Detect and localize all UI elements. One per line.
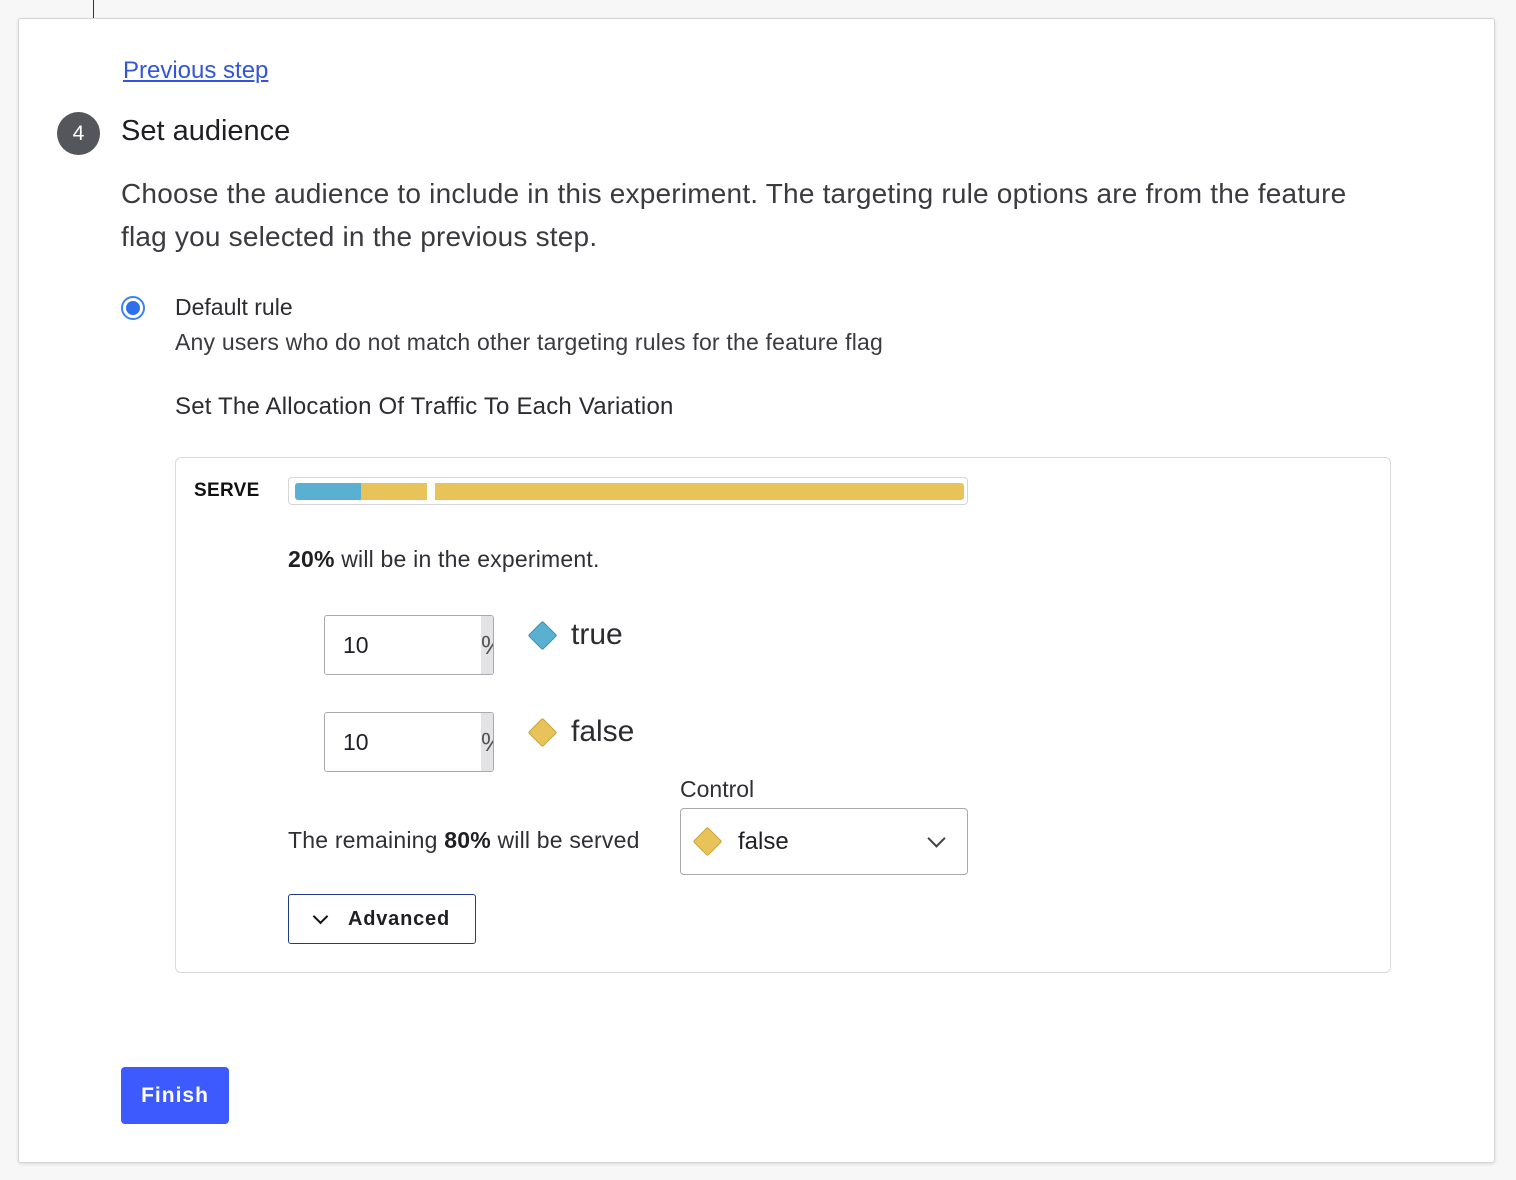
remaining-suffix: will be served xyxy=(490,827,640,853)
serve-panel: SERVE 20% will be in the experiment. % t… xyxy=(175,457,1391,973)
remaining-prefix: The remaining xyxy=(288,827,445,853)
finish-button[interactable]: Finish xyxy=(121,1067,229,1124)
variation-true: true xyxy=(527,618,623,652)
false-percent-input[interactable] xyxy=(325,713,481,771)
control-variation-select[interactable]: false xyxy=(680,808,968,875)
diamond-icon xyxy=(527,717,558,747)
control-label: Control xyxy=(680,776,755,802)
advanced-label: Advanced xyxy=(348,907,450,930)
bar-segment-false xyxy=(361,483,427,500)
percent-suffix: % xyxy=(481,713,493,771)
serve-label: SERVE xyxy=(194,480,260,501)
true-percent-field: % xyxy=(324,615,494,675)
default-rule-title: Default rule xyxy=(175,294,293,320)
step-number-badge: 4 xyxy=(57,112,100,155)
step-card: Previous step 4 Set audience Choose the … xyxy=(18,18,1495,1163)
default-rule-radio[interactable] xyxy=(121,296,145,320)
variation-false-label: false xyxy=(571,715,635,748)
radio-selected-dot xyxy=(126,301,140,315)
percent-suffix: % xyxy=(481,616,493,674)
false-percent-field: % xyxy=(324,712,494,772)
default-rule-description: Any users who do not match other targeti… xyxy=(175,329,884,355)
control-selected-value: false xyxy=(738,827,789,855)
connector-line xyxy=(93,0,94,18)
true-percent-input[interactable] xyxy=(325,616,481,674)
traffic-allocation-bar xyxy=(288,477,968,505)
experiment-summary: 20% will be in the experiment. xyxy=(288,546,600,573)
experiment-percent: 20% xyxy=(288,546,335,572)
remaining-summary: The remaining 80% will be served xyxy=(288,827,640,854)
remaining-percent: 80% xyxy=(444,827,491,853)
variation-true-label: true xyxy=(571,618,623,651)
allocation-heading: Set The Allocation Of Traffic To Each Va… xyxy=(175,393,674,420)
diamond-icon xyxy=(692,826,723,857)
previous-step-link[interactable]: Previous step xyxy=(123,57,268,85)
chevron-down-icon xyxy=(927,829,946,848)
step-description: Choose the audience to include in this e… xyxy=(121,178,1347,252)
bar-segment-control xyxy=(435,483,964,500)
advanced-button[interactable]: Advanced xyxy=(288,894,476,944)
bar-segment-true xyxy=(295,483,361,500)
experiment-summary-text: will be in the experiment. xyxy=(334,546,600,572)
diamond-icon xyxy=(527,620,558,650)
step-title: Set audience xyxy=(121,115,291,147)
chevron-down-icon xyxy=(312,908,329,924)
variation-false: false xyxy=(527,715,635,749)
